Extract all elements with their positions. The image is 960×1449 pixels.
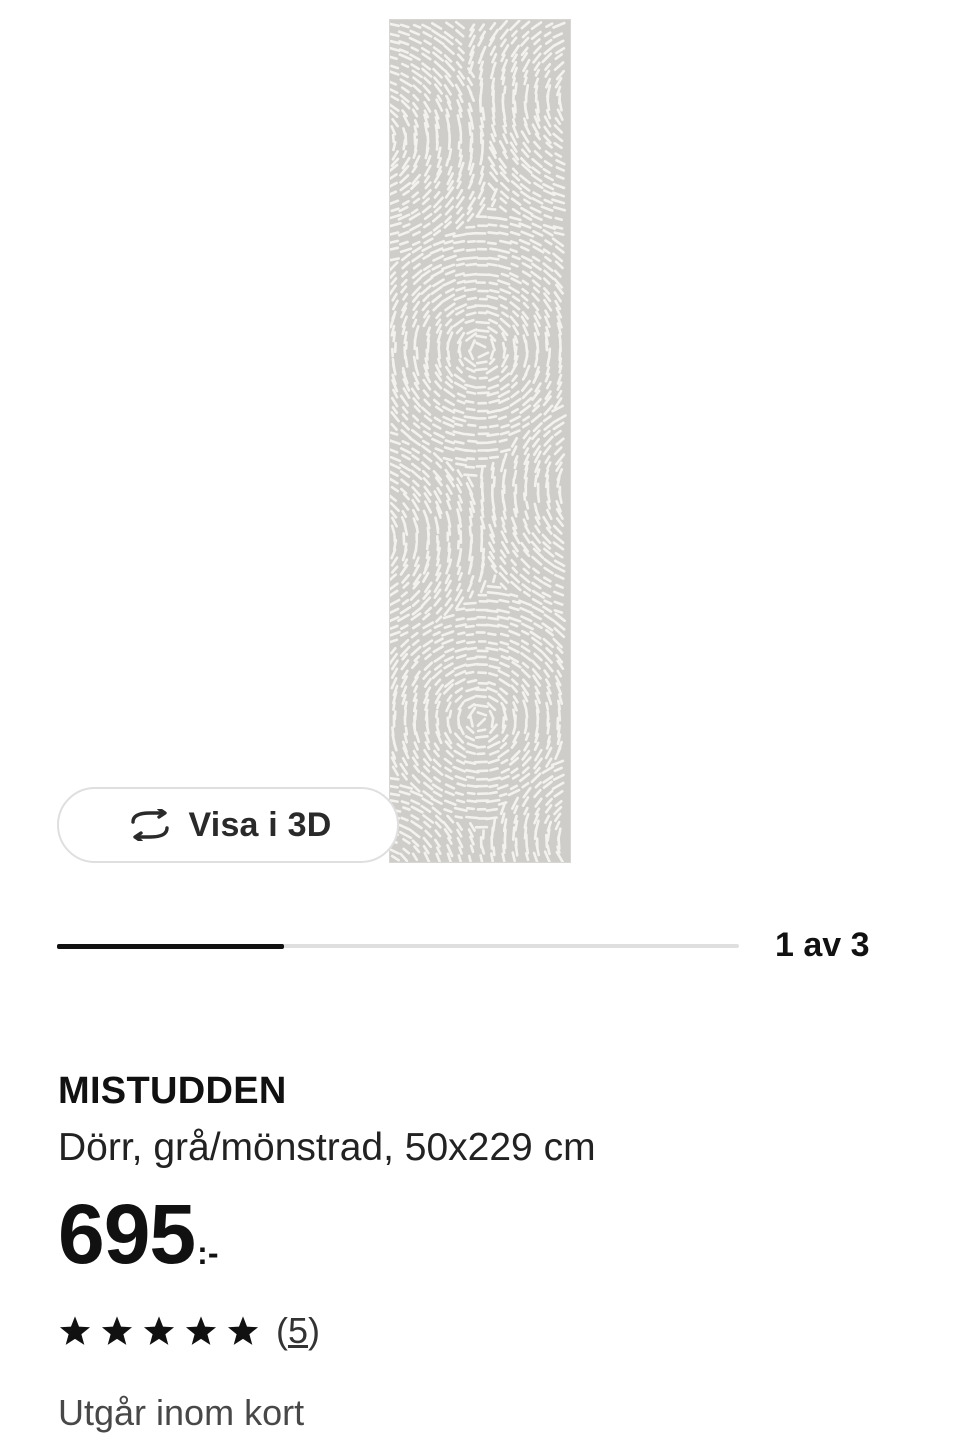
price-suffix: :- [197,1235,219,1271]
gallery-progress-fill [57,943,285,949]
review-count-link[interactable]: (5) [276,1310,320,1352]
availability-status: Utgår inom kort [58,1392,305,1433]
product-gallery[interactable]: Visa i 3D [0,0,960,900]
review-count-close: ) [308,1310,321,1351]
gallery-progress-track [57,943,739,949]
rating-stars [58,1315,260,1347]
star-icon [59,1316,91,1345]
star-icon [227,1316,259,1345]
review-count-open: ( [276,1310,288,1351]
product-description: Dörr, grå/mönstrad, 50x229 cm [58,1126,596,1169]
star-icon [185,1316,217,1345]
door-pattern [390,20,567,862]
star-icon [101,1316,133,1345]
review-count-number: 5 [288,1310,309,1351]
product-price: 695 :- [58,1192,218,1276]
product-image-door[interactable] [389,19,571,863]
view-in-3d-button[interactable]: Visa i 3D [57,787,399,863]
star-icon [143,1316,175,1345]
price-integer: 695 [58,1187,196,1281]
rotate-3d-icon [130,809,169,841]
product-rating[interactable]: (5) [58,1310,320,1352]
view-in-3d-label: Visa i 3D [188,805,332,844]
gallery-counter: 1 av 3 [775,926,870,964]
product-name[interactable]: MISTUDDEN [58,1070,287,1113]
